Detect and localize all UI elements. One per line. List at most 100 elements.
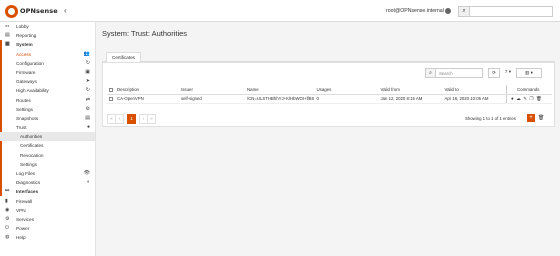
- sidebar-item-lobby[interactable]: ⚏ Lobby: [0, 22, 95, 31]
- sidebar-item-firmware[interactable]: Firmware ▣: [0, 68, 95, 77]
- hostname-label: root@OPNsense.internal: [386, 8, 444, 14]
- sidebar-item-label: Reporting: [16, 33, 37, 39]
- pagination: « ‹ 1 › »: [107, 114, 156, 124]
- sidebar-item-help[interactable]: ◍ Help: [0, 233, 95, 242]
- sidebar-item-snapshots[interactable]: Snapshots ▤: [0, 114, 95, 123]
- services-icon: ⚙: [5, 215, 10, 222]
- delete-selected-button[interactable]: 🗑: [538, 114, 544, 122]
- tab-bar: Certificates: [102, 50, 555, 63]
- copy-icon[interactable]: ❐: [529, 96, 533, 102]
- add-button[interactable]: +: [527, 114, 535, 122]
- sidebar-item-label: Firmware: [16, 69, 36, 75]
- gateways-menu-icon: ➤: [85, 78, 90, 85]
- sidebar-item-reporting[interactable]: ▤ Reporting: [0, 31, 95, 40]
- sidebar-item-diagnostics[interactable]: Diagnostics ◐: [0, 178, 95, 187]
- edit-icon[interactable]: ✎: [523, 96, 527, 102]
- sidebar-item-label: Configuration: [16, 60, 44, 66]
- sidebar-item-label: Access: [16, 51, 32, 57]
- access-menu-icon: 👥: [83, 50, 90, 57]
- row-select[interactable]: [107, 94, 115, 104]
- sidebar-item-firewall[interactable]: ▮ Firewall: [0, 197, 95, 206]
- column-valid-to[interactable]: Valid to: [442, 85, 507, 95]
- sidebar-item-label: Services: [16, 216, 34, 222]
- trust-menu-icon: ●: [86, 124, 90, 131]
- row-checkbox[interactable]: [109, 96, 113, 101]
- snapshots-menu-icon: ▤: [85, 114, 90, 121]
- sidebar-item-power[interactable]: ⏻ Power: [0, 224, 95, 233]
- settings-menu-icon: ⚙: [85, 105, 90, 112]
- sidebar-item-high-availability[interactable]: High Availability ↻: [0, 86, 95, 95]
- cell-issuer: self-signed: [179, 94, 245, 104]
- sidebar-item-interfaces[interactable]: ⚯ Interfaces: [0, 187, 95, 196]
- sidebar-item-revocation[interactable]: Revocation: [0, 151, 95, 160]
- page-1-button[interactable]: 1: [127, 114, 136, 124]
- page-title: System: Trust: Authorities: [102, 29, 188, 38]
- sidebar-item-vpn[interactable]: ◉ VPN: [0, 206, 95, 215]
- table-search-input[interactable]: ⌕ Search: [425, 68, 483, 78]
- configuration-menu-icon: ↻: [85, 59, 90, 66]
- column-valid-from[interactable]: Valid from: [378, 85, 443, 95]
- sidebar-item-trust[interactable]: Trust ●: [0, 123, 95, 132]
- sidebar-item-certificates[interactable]: Certificates: [0, 141, 95, 150]
- select-all-header[interactable]: [107, 85, 115, 95]
- sidebar-item-label: Trust: [16, 125, 27, 131]
- lobby-icon: ⚏: [5, 23, 10, 29]
- download-icon[interactable]: ☁: [516, 96, 521, 102]
- vpn-icon: ◉: [5, 206, 10, 213]
- sidebar-item-routes[interactable]: Routes ⇄: [0, 96, 95, 105]
- column-issuer[interactable]: Issuer: [179, 85, 245, 95]
- authorities-panel: ⌕ Search ⟳ 7 ▾ ▥ ▾ Description Issuer Na…: [102, 62, 555, 127]
- sidebar-item-configuration[interactable]: Configuration ↻: [0, 59, 95, 68]
- main-content: System: Trust: Authorities Certificates …: [96, 22, 560, 256]
- interfaces-icon: ⚯: [5, 188, 10, 195]
- sidebar-item-access[interactable]: Access 👥: [0, 50, 95, 59]
- sidebar-item-label: Log Files: [16, 171, 36, 176]
- column-name[interactable]: Name: [245, 85, 315, 95]
- info-icon[interactable]: ●: [511, 96, 514, 101]
- sidebar-item-services[interactable]: ⚙ Services: [0, 215, 95, 224]
- sidebar-item-label: Settings: [16, 106, 33, 112]
- columns-select[interactable]: ▥ ▾: [516, 68, 542, 78]
- global-search-input[interactable]: ⌕: [458, 6, 553, 17]
- help-icon: ◍: [5, 234, 10, 241]
- delete-icon[interactable]: 🗑: [536, 96, 542, 102]
- sidebar-item-label: Power: [16, 226, 30, 232]
- sidebar-item-label: VPN: [16, 207, 26, 213]
- search-icon[interactable]: ⌕: [459, 7, 470, 16]
- sidebar-item-log-files[interactable]: Log Files 👁: [0, 169, 95, 178]
- column-description[interactable]: Description: [115, 85, 179, 95]
- entries-info: Showing 1 to 1 of 1 entries: [465, 116, 516, 121]
- sidebar-item-system[interactable]: ▦ System: [0, 40, 95, 49]
- select-all-checkbox[interactable]: [109, 87, 113, 92]
- logo-text: OPNsense: [20, 7, 58, 15]
- sidebar-item-label: Revocation: [20, 152, 44, 158]
- last-page-button[interactable]: »: [147, 114, 156, 124]
- cell-usages: 0: [314, 94, 379, 104]
- rows-per-page-select[interactable]: 7 ▾: [503, 68, 513, 78]
- sidebar-item-authorities[interactable]: Authorities: [0, 132, 95, 142]
- sidebar-item-label: System: [16, 42, 33, 48]
- collapse-sidebar-icon[interactable]: ‹: [64, 6, 67, 15]
- sidebar-item-settings[interactable]: Settings: [0, 160, 95, 169]
- cell-description: CA-OpenVPN: [115, 94, 179, 104]
- sidebar-item-label: Gateways: [16, 79, 37, 85]
- sidebar-item-label: Routes: [16, 97, 31, 103]
- high-availability-menu-icon: ↻: [85, 87, 90, 94]
- firewall-icon: ▮: [5, 197, 8, 204]
- column-usages[interactable]: Usages: [314, 85, 379, 95]
- sidebar-item-label: Snapshots: [16, 115, 39, 121]
- status-indicator-icon[interactable]: [445, 8, 451, 14]
- column-commands: Commands: [505, 85, 552, 95]
- sidebar-item-settings[interactable]: Settings ⚙: [0, 105, 95, 114]
- prev-page-button[interactable]: ‹: [115, 114, 124, 124]
- sidebar-item-label: Diagnostics: [16, 180, 41, 186]
- opnsense-logo[interactable]: OPNsense: [5, 4, 59, 18]
- sidebar-item-label: Interfaces: [16, 189, 39, 195]
- sidebar-item-gateways[interactable]: Gateways ➤: [0, 77, 95, 86]
- refresh-button[interactable]: ⟳: [488, 68, 500, 78]
- system-icon: ▦: [5, 41, 10, 48]
- sidebar-item-label: Help: [16, 235, 26, 241]
- table-row[interactable]: CA-OpenVPN self-signed /CN=ULSTHBhhYJ+Kl…: [107, 94, 552, 104]
- sidebar-item-label: Certificates: [20, 143, 44, 149]
- sidebar-item-label: Lobby: [16, 24, 29, 29]
